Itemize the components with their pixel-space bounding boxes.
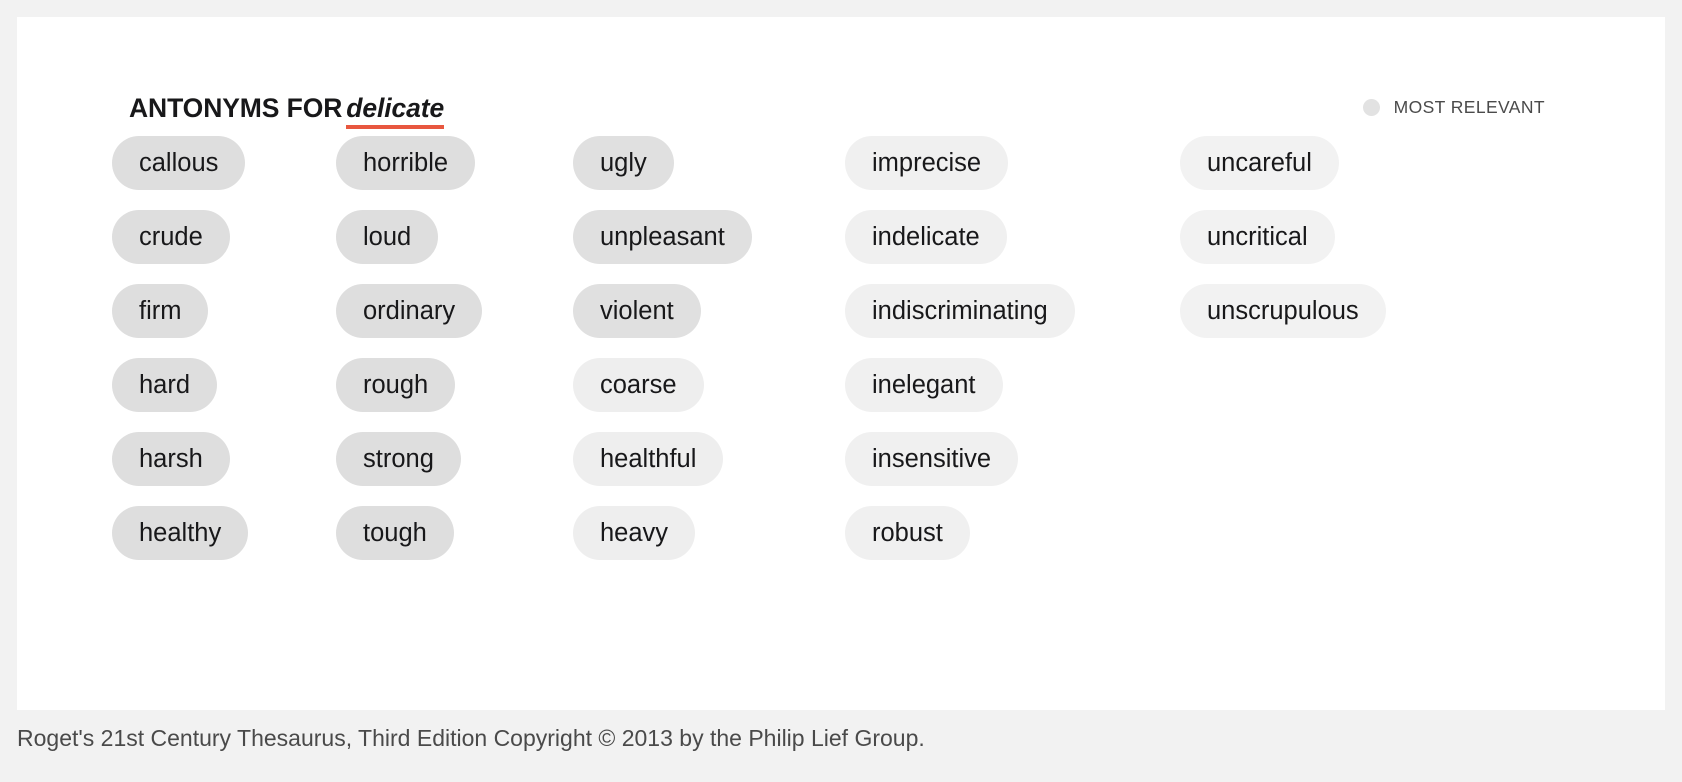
search-term: delicate	[346, 93, 444, 129]
antonym-chip[interactable]: unscrupulous	[1180, 284, 1386, 338]
antonym-chip[interactable]: loud	[336, 210, 439, 264]
antonym-chip[interactable]: violent	[573, 284, 701, 338]
antonyms-card: ANTONYMS FOR delicate MOST RELEVANT callo…	[17, 17, 1665, 710]
antonym-chip[interactable]: uncareful	[1180, 136, 1339, 190]
antonym-chip[interactable]: indiscriminating	[845, 284, 1075, 338]
antonym-chip[interactable]: horrible	[336, 136, 476, 190]
antonyms-card-content: ANTONYMS FOR delicate MOST RELEVANT callo…	[112, 92, 1635, 580]
antonym-chip[interactable]: callous	[112, 136, 246, 190]
relevance-legend: MOST RELEVANT	[1362, 97, 1545, 117]
antonym-columns: callous crude firm hard harsh healthy horrible…	[112, 136, 1635, 580]
antonym-chip[interactable]: ordinary	[336, 284, 483, 338]
antonym-chip[interactable]: tough	[336, 506, 454, 560]
antonym-column-1: callous crude firm hard harsh healthy	[112, 136, 336, 580]
antonym-chip[interactable]: insensitive	[845, 432, 1019, 486]
antonym-chip[interactable]: rough	[336, 358, 456, 412]
antonym-chip[interactable]: strong	[336, 432, 461, 486]
attribution-footer: Roget's 21st Century Thesaurus, Third Ed…	[0, 710, 1682, 782]
circle-icon	[1362, 98, 1380, 116]
antonym-chip[interactable]: heavy	[573, 506, 696, 560]
antonym-chip[interactable]: healthful	[573, 432, 724, 486]
antonym-chip[interactable]: imprecise	[845, 136, 1009, 190]
antonym-chip[interactable]: coarse	[573, 358, 704, 412]
antonym-chip[interactable]: uncritical	[1180, 210, 1335, 264]
antonym-chip[interactable]: robust	[845, 506, 970, 560]
relevance-legend-label: MOST RELEVANT	[1393, 97, 1545, 117]
antonym-column-5: uncareful uncritical unscrupulous	[1180, 136, 1386, 358]
antonym-chip[interactable]: healthy	[112, 506, 249, 560]
antonym-chip[interactable]: crude	[112, 210, 230, 264]
section-title-label: ANTONYMS FOR	[129, 93, 343, 123]
antonym-chip[interactable]: hard	[112, 358, 218, 412]
thesaurus-page: ANTONYMS FOR delicate MOST RELEVANT callo…	[0, 0, 1682, 782]
antonyms-header-row: ANTONYMS FOR delicate MOST RELEVANT	[112, 92, 1635, 132]
antonym-chip[interactable]: inelegant	[845, 358, 1003, 412]
antonym-chip[interactable]: indelicate	[845, 210, 1007, 264]
antonym-chip[interactable]: unpleasant	[573, 210, 752, 264]
attribution-text: Roget's 21st Century Thesaurus, Third Ed…	[17, 725, 925, 751]
antonym-column-3: ugly unpleasant violent coarse healthful heav…	[573, 136, 845, 580]
antonym-chip[interactable]: harsh	[112, 432, 230, 486]
antonym-chip[interactable]: firm	[112, 284, 209, 338]
antonym-column-4: imprecise indelicate indiscriminating inele…	[845, 136, 1180, 580]
antonym-chip[interactable]: ugly	[573, 136, 674, 190]
antonym-column-2: horrible loud ordinary rough strong tough	[336, 136, 573, 580]
page-title: ANTONYMS FOR delicate	[129, 92, 444, 129]
